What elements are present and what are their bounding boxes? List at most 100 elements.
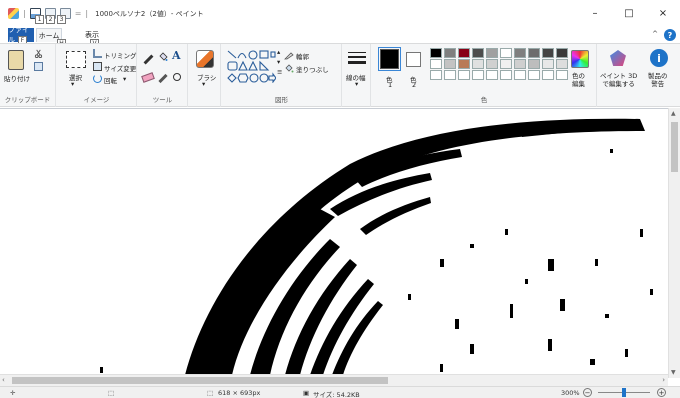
palette-swatch[interactable] xyxy=(472,48,484,58)
brush-icon[interactable] xyxy=(196,50,214,68)
palette-swatch[interactable] xyxy=(500,48,512,58)
outline-button[interactable]: 輪郭 xyxy=(296,51,309,61)
edit-colors-button[interactable]: 色の 編集 xyxy=(572,72,585,88)
magnifier-icon[interactable] xyxy=(173,73,181,81)
palette-swatch[interactable] xyxy=(500,59,512,69)
colors-group: 色 1 色 2 色の 編集 色 xyxy=(372,44,597,107)
tools-group: A ツール xyxy=(138,44,188,107)
shapes-scroll-down-icon[interactable]: ▾ xyxy=(277,58,280,66)
shape-fill-icon[interactable] xyxy=(284,63,294,73)
copy-icon[interactable] xyxy=(34,62,43,71)
rotate-button[interactable]: 回転 xyxy=(104,75,117,85)
scroll-up-icon[interactable]: ▲ xyxy=(671,110,676,117)
palette-swatch[interactable] xyxy=(556,59,568,69)
maximize-button[interactable]: □ xyxy=(612,0,646,27)
fill-bucket-icon[interactable] xyxy=(158,52,168,62)
paint-app-icon[interactable] xyxy=(8,8,19,19)
rotate-dropdown-icon[interactable]: ▾ xyxy=(123,75,126,83)
palette-swatch[interactable] xyxy=(528,48,540,58)
customize-qa-icon[interactable]: = xyxy=(75,9,82,18)
palette-swatch[interactable] xyxy=(444,70,456,80)
resize-icon[interactable] xyxy=(93,62,102,71)
line-width-icon[interactable] xyxy=(348,51,366,67)
scroll-left-icon[interactable]: ‹ xyxy=(2,376,5,384)
outline-icon[interactable] xyxy=(284,50,294,60)
shapes-gallery[interactable] xyxy=(226,49,276,83)
palette-swatch[interactable] xyxy=(514,59,526,69)
pencil-icon[interactable] xyxy=(143,54,154,65)
brushes-button[interactable]: ブラシ xyxy=(197,72,216,82)
palette-swatch[interactable] xyxy=(514,70,526,80)
resize-button[interactable]: サイズ変更 xyxy=(104,63,136,73)
image-size-icon: ⬚ xyxy=(207,389,214,397)
eraser-icon[interactable] xyxy=(141,72,155,83)
palette-swatch[interactable] xyxy=(472,70,484,80)
brushes-dropdown-icon[interactable]: ▾ xyxy=(202,80,205,88)
palette-swatch[interactable] xyxy=(430,59,442,69)
palette-swatch[interactable] xyxy=(444,59,456,69)
zoom-in-button[interactable]: + xyxy=(657,388,666,397)
palette-swatch[interactable] xyxy=(444,48,456,58)
scroll-down-icon[interactable]: ▼ xyxy=(671,369,676,376)
collapse-ribbon-icon[interactable]: ^ xyxy=(652,30,658,38)
keytip-3: 3 xyxy=(57,15,66,24)
color-picker-icon[interactable] xyxy=(158,73,168,84)
palette-swatch[interactable] xyxy=(542,48,554,58)
edit-colors-icon[interactable] xyxy=(571,50,589,68)
color2-swatch[interactable] xyxy=(406,52,421,67)
palette-swatch[interactable] xyxy=(528,59,540,69)
select-dropdown-icon[interactable]: ▾ xyxy=(71,80,74,88)
paste-icon[interactable] xyxy=(8,50,24,70)
palette-swatch[interactable] xyxy=(528,70,540,80)
cut-icon[interactable] xyxy=(34,49,43,58)
palette-swatch[interactable] xyxy=(500,70,512,80)
scroll-right-icon[interactable]: › xyxy=(662,376,665,384)
size-group: 線の幅 ▾ xyxy=(343,44,371,107)
canvas-image[interactable] xyxy=(0,109,668,376)
palette-swatch[interactable] xyxy=(486,59,498,69)
product-alert-button[interactable]: 製品の 警告 xyxy=(648,72,668,88)
palette-swatch[interactable] xyxy=(542,70,554,80)
palette-swatch[interactable] xyxy=(472,59,484,69)
paint3d-icon[interactable] xyxy=(610,50,626,66)
line-width-dropdown-icon[interactable]: ▾ xyxy=(355,80,358,88)
palette-swatch[interactable] xyxy=(486,48,498,58)
color1-swatch[interactable] xyxy=(378,47,401,71)
palette-swatch[interactable] xyxy=(542,59,554,69)
palette-swatch[interactable] xyxy=(430,70,442,80)
shapes-more-icon[interactable]: ≡ xyxy=(277,68,282,76)
palette-swatch[interactable] xyxy=(458,48,470,58)
rotate-icon[interactable] xyxy=(93,74,102,83)
horizontal-scroll-thumb[interactable] xyxy=(12,377,388,384)
vertical-scroll-thumb[interactable] xyxy=(671,122,678,172)
palette-swatch[interactable] xyxy=(458,59,470,69)
palette-swatch[interactable] xyxy=(430,48,442,58)
info-icon[interactable]: i xyxy=(650,49,668,67)
crop-icon[interactable] xyxy=(93,49,102,58)
palette-swatch[interactable] xyxy=(556,48,568,58)
palette-swatch[interactable] xyxy=(514,48,526,58)
paint3d-button[interactable]: ペイント 3D で編集する xyxy=(600,72,637,88)
select-icon[interactable] xyxy=(66,51,86,68)
palette-swatch[interactable] xyxy=(556,70,568,80)
drawing-canvas[interactable] xyxy=(0,108,680,378)
clipboard-group-label: クリップボード xyxy=(4,96,51,104)
paint3d-group: ペイント 3D で編集する xyxy=(598,44,638,107)
help-icon[interactable]: ? xyxy=(664,29,676,41)
paste-button[interactable]: 貼り付け xyxy=(4,73,30,83)
shape-fill-button[interactable]: 塗りつぶし xyxy=(296,64,329,74)
horizontal-scrollbar[interactable]: ‹ › xyxy=(0,374,668,386)
title-bar: | = | 1000ペルソナ2（2値）- ペイント – □ × xyxy=(0,0,680,27)
close-button[interactable]: × xyxy=(646,0,680,27)
palette-swatch[interactable] xyxy=(486,70,498,80)
ribbon-tabs: ファイル ホーム 表示 ^ ? xyxy=(0,26,680,44)
text-tool-icon[interactable]: A xyxy=(172,49,181,62)
vertical-scrollbar[interactable]: ▲ ▼ xyxy=(668,108,680,378)
minimize-button[interactable]: – xyxy=(578,0,612,27)
shapes-scroll-icon[interactable]: ▴ xyxy=(277,48,280,56)
palette-swatch[interactable] xyxy=(458,70,470,80)
clipboard-group: 貼り付け クリップボード xyxy=(0,44,56,107)
zoom-out-button[interactable]: − xyxy=(583,388,592,397)
crop-button[interactable]: トリミング xyxy=(104,50,137,60)
zoom-slider-thumb[interactable] xyxy=(622,388,626,397)
